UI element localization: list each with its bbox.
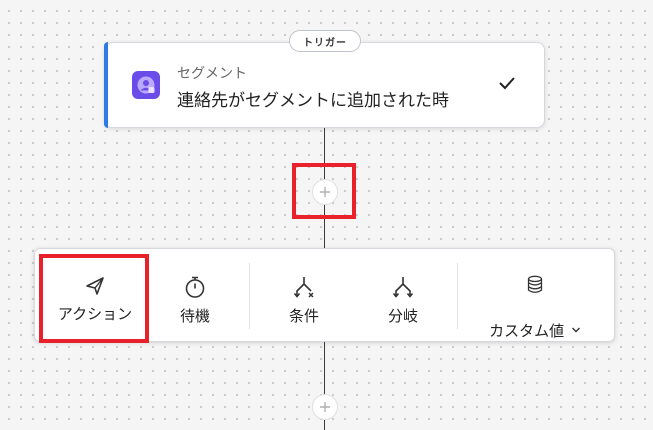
wait-label: 待機 [179,307,210,325]
plus-icon [320,402,330,412]
flow-connector-3 [324,342,325,398]
highlight-add-step [292,163,356,219]
toolbar-divider [249,263,250,329]
split-label: 分岐 [387,307,418,325]
trigger-title: 連絡先がセグメントに追加された時 [177,91,449,111]
database-icon [527,275,543,293]
toolbar-divider [457,263,458,329]
trigger-card[interactable]: セグメント 連絡先がセグメントに追加された時 [104,42,545,128]
custom-value-label: カスタム値 [489,322,565,340]
condition-button[interactable]: 条件 [257,249,351,341]
stopwatch-icon [185,276,205,298]
trigger-subtitle: セグメント [177,66,247,82]
trigger-accent-bar [104,42,108,128]
checkmark-icon [498,75,516,95]
wait-button[interactable]: 待機 [149,249,241,341]
split-button[interactable]: 分岐 [353,249,453,341]
highlight-action-button [39,254,149,343]
segment-user-icon [132,71,160,99]
split-branch-icon [392,277,414,298]
custom-value-button[interactable]: カスタム値 [465,249,605,341]
trigger-badge: トリガー [289,30,361,52]
add-step-button-bottom[interactable] [312,394,338,420]
chevron-down-icon [571,327,580,333]
condition-branch-icon [293,277,314,298]
condition-label: 条件 [288,307,319,325]
custom-value-label-row: カスタム値 [489,300,581,341]
